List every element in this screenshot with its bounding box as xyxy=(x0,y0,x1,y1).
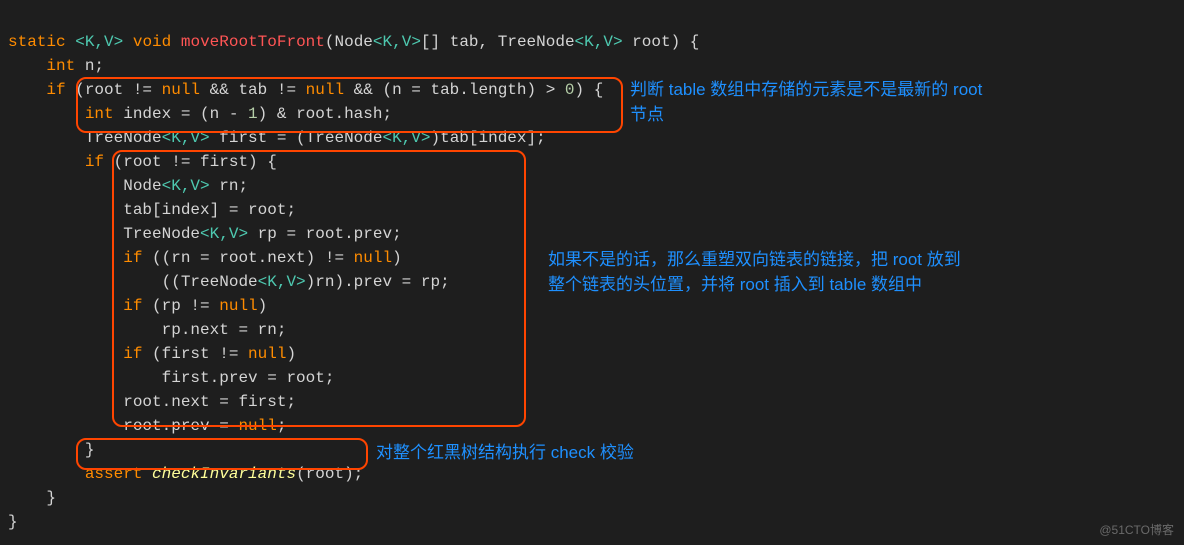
line-10: if ((rn = root.next) != null) xyxy=(8,249,402,267)
line-8: tab[index] = root; xyxy=(8,201,296,219)
line-7: Node<K,V> rn; xyxy=(8,177,248,195)
annotation-1: 判断 table 数组中存储的元素是不是最新的 root 节点 xyxy=(630,78,982,127)
line-5: TreeNode<K,V> first = (TreeNode<K,V>)tab… xyxy=(8,129,546,147)
watermark: @51CTO博客 xyxy=(1099,521,1174,539)
annotation-2: 如果不是的话，那么重塑双向链表的链接，把 root 放到 整个链表的头位置，并将… xyxy=(548,248,961,297)
line-14: if (first != null) xyxy=(8,345,296,363)
line-18: } xyxy=(8,441,94,459)
line-15: first.prev = root; xyxy=(8,369,334,387)
line-4: int index = (n - 1) & root.hash; xyxy=(8,105,392,123)
line-2: int n; xyxy=(8,57,104,75)
line-17: root.prev = null; xyxy=(8,417,286,435)
line-16: root.next = first; xyxy=(8,393,296,411)
line-6: if (root != first) { xyxy=(8,153,277,171)
line-1: static <K,V> void moveRootToFront(Node<K… xyxy=(8,33,699,51)
line-11: ((TreeNode<K,V>)rn).prev = rp; xyxy=(8,273,450,291)
line-19: assert checkInvariants(root); xyxy=(8,465,363,483)
line-20: } xyxy=(8,489,56,507)
annotation-3: 对整个红黑树结构执行 check 校验 xyxy=(376,441,634,466)
line-21: } xyxy=(8,513,18,531)
line-3: if (root != null && tab != null && (n = … xyxy=(8,81,603,99)
line-12: if (rp != null) xyxy=(8,297,267,315)
line-13: rp.next = rn; xyxy=(8,321,286,339)
line-9: TreeNode<K,V> rp = root.prev; xyxy=(8,225,402,243)
